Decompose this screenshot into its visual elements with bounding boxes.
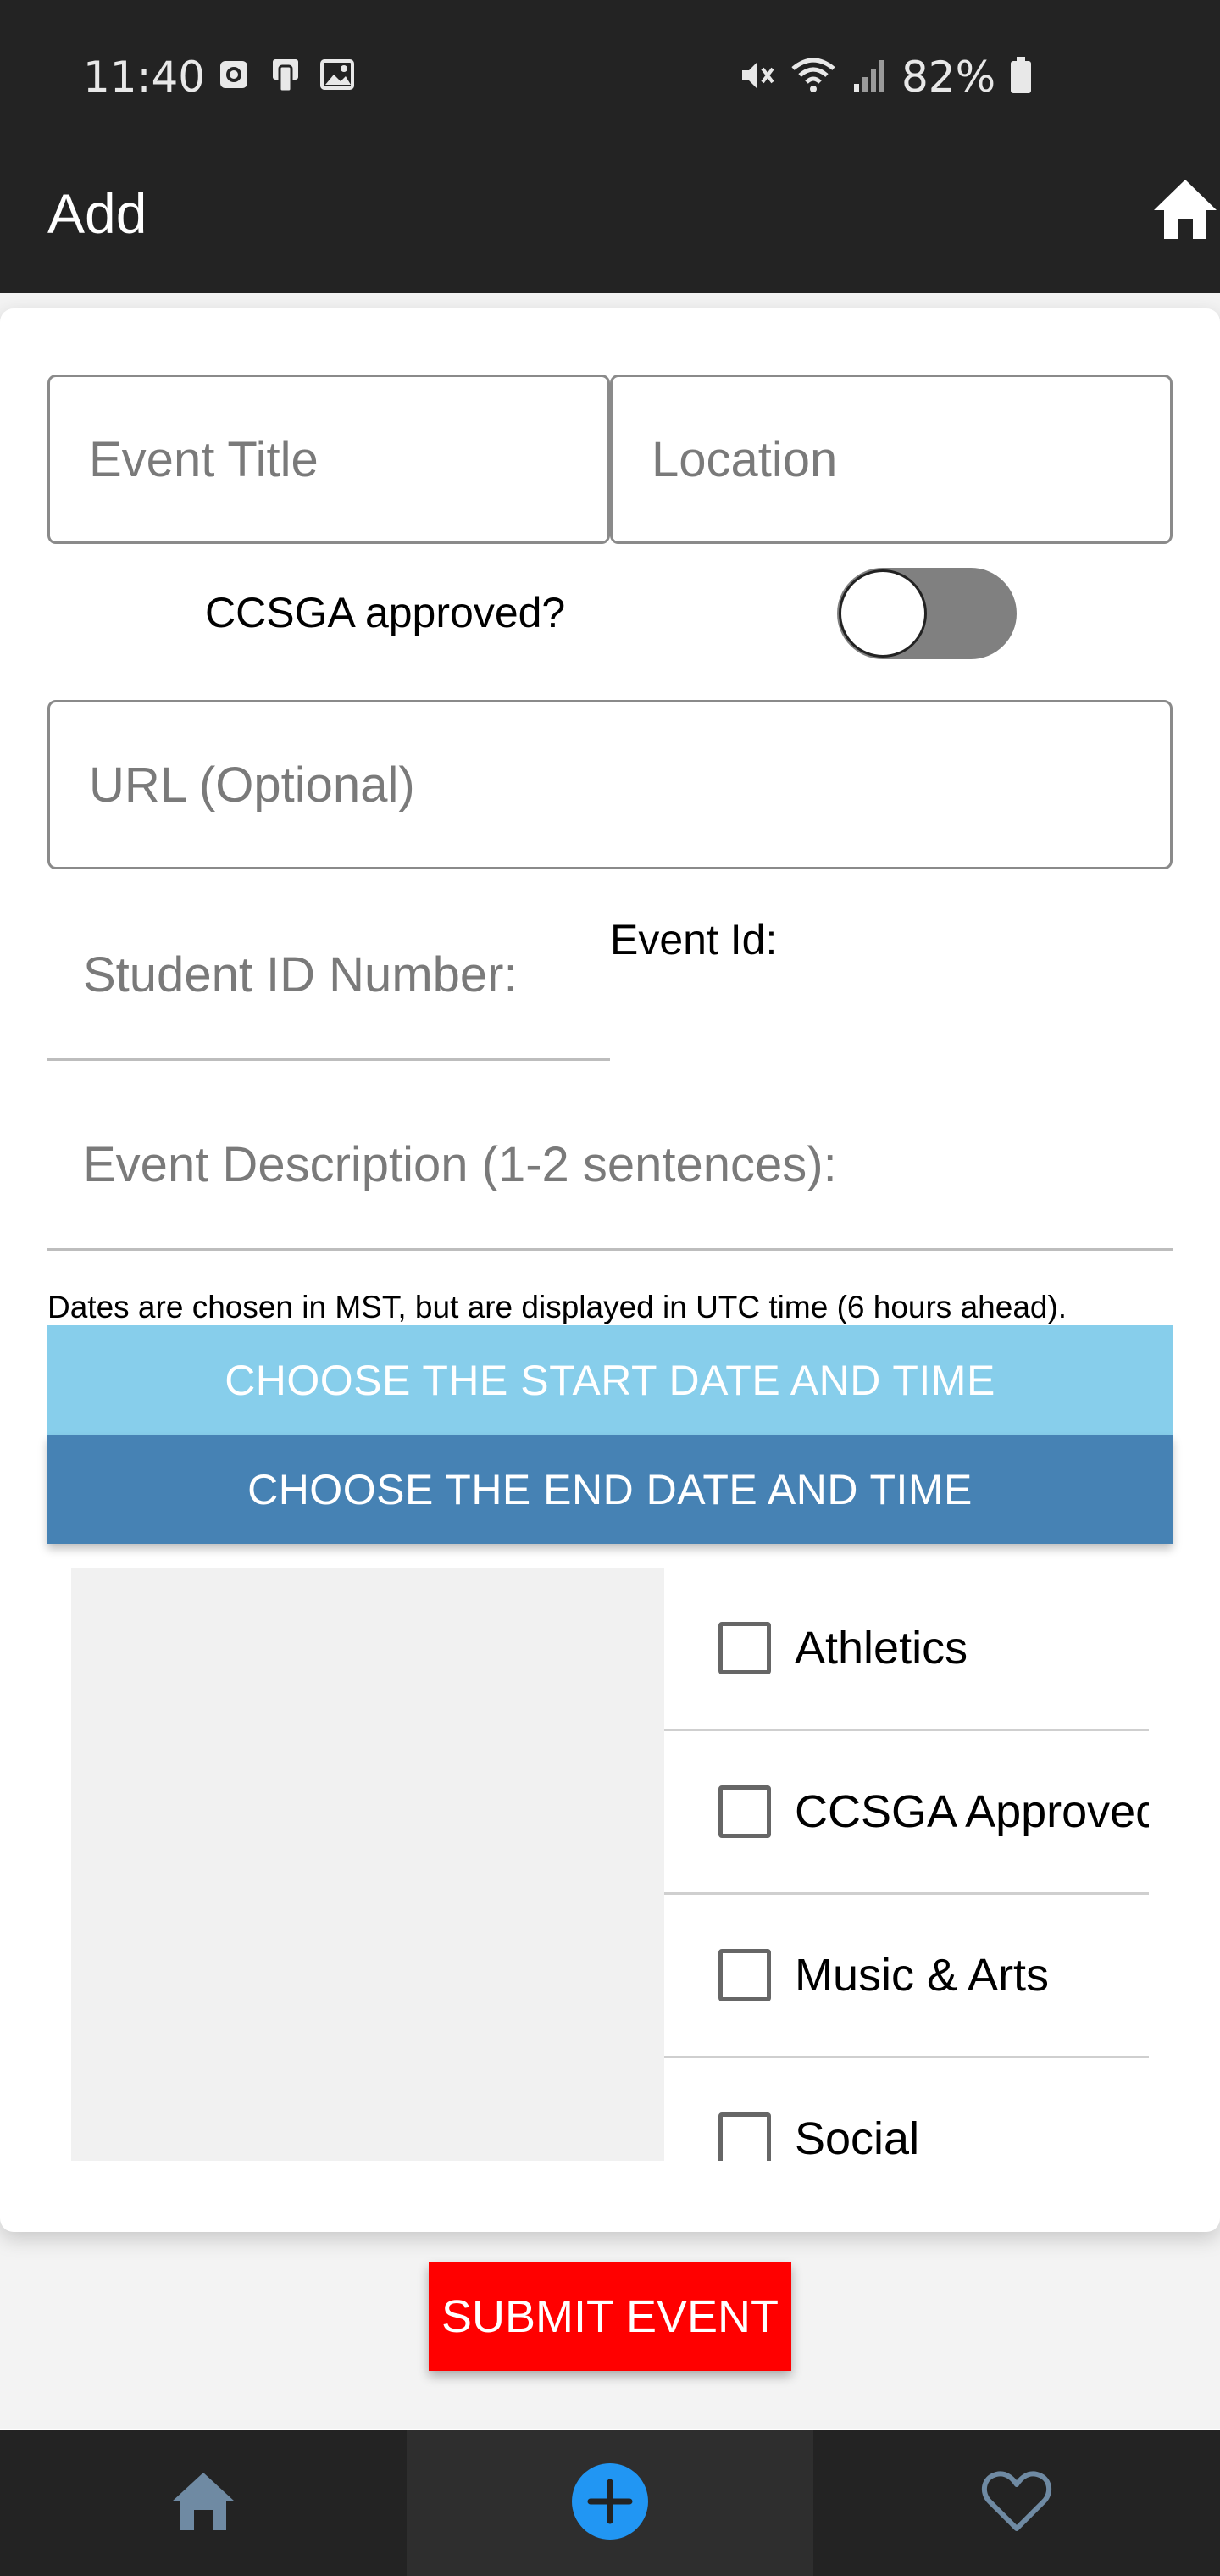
mute-icon xyxy=(735,55,776,100)
page-title: Add xyxy=(47,182,147,245)
heart-icon xyxy=(981,2469,1052,2538)
wifi-icon xyxy=(790,55,837,100)
add-circle-icon xyxy=(570,2462,650,2545)
battery-percent: 82% xyxy=(901,53,996,102)
gallery-icon xyxy=(319,56,354,93)
category-label: Social xyxy=(795,2113,920,2161)
category-item-music-arts[interactable]: Music & Arts xyxy=(664,1895,1149,2058)
event-title-field[interactable] xyxy=(47,375,610,544)
bottom-navigation xyxy=(0,2430,1220,2576)
category-list[interactable]: Athletics CCSGA Approved Music & Arts So… xyxy=(664,1568,1149,2161)
checkbox[interactable] xyxy=(718,1949,771,2001)
app-bar xyxy=(0,156,1220,293)
choose-end-date-button[interactable]: CHOOSE THE END DATE AND TIME xyxy=(47,1435,1173,1544)
category-label: Music & Arts xyxy=(795,1950,1050,2001)
status-notification-icons xyxy=(217,56,354,93)
category-item-ccsga-approved[interactable]: CCSGA Approved xyxy=(664,1731,1149,1895)
student-id-field[interactable] xyxy=(47,891,610,1061)
submit-event-button[interactable]: SUBMIT EVENT xyxy=(429,2262,791,2371)
home-icon[interactable] xyxy=(1151,175,1220,242)
category-item-athletics[interactable]: Athletics xyxy=(664,1568,1149,1731)
ccsga-approved-label: CCSGA approved? xyxy=(205,589,566,636)
home-icon xyxy=(169,2469,238,2538)
category-label: CCSGA Approved xyxy=(795,1786,1149,1837)
battery-icon xyxy=(1009,55,1033,100)
nav-favorites[interactable] xyxy=(813,2430,1220,2576)
event-title-input[interactable] xyxy=(50,377,607,541)
screen-mirror-icon xyxy=(268,56,302,93)
event-id-label: Event Id: xyxy=(610,916,778,963)
event-description-field[interactable] xyxy=(47,1081,1173,1251)
dates-timezone-note: Dates are chosen in MST, but are display… xyxy=(47,1290,1068,1324)
status-time: 11:40 xyxy=(83,53,206,102)
url-field[interactable] xyxy=(47,700,1173,869)
choose-start-date-button[interactable]: CHOOSE THE START DATE AND TIME xyxy=(47,1325,1173,1435)
ccsga-approved-toggle[interactable] xyxy=(837,568,1017,659)
nav-add[interactable] xyxy=(407,2430,813,2576)
category-label: Athletics xyxy=(795,1623,968,1674)
category-item-social[interactable]: Social xyxy=(664,2058,1149,2161)
status-system-icons: 82% xyxy=(735,53,1033,102)
url-input[interactable] xyxy=(50,702,1170,867)
checkbox[interactable] xyxy=(718,1785,771,1838)
toggle-knob xyxy=(839,569,927,658)
checkbox[interactable] xyxy=(718,2112,771,2161)
event-image-placeholder[interactable] xyxy=(71,1568,664,2161)
alarm-icon xyxy=(217,56,251,93)
location-field[interactable] xyxy=(610,375,1173,544)
checkbox[interactable] xyxy=(718,1622,771,1674)
event-description-input[interactable] xyxy=(47,1081,1173,1248)
location-input[interactable] xyxy=(613,377,1170,541)
status-bar: 11:40 82% xyxy=(0,0,1220,156)
signal-icon xyxy=(851,57,888,98)
nav-home[interactable] xyxy=(0,2430,407,2576)
student-id-input[interactable] xyxy=(47,891,610,1058)
